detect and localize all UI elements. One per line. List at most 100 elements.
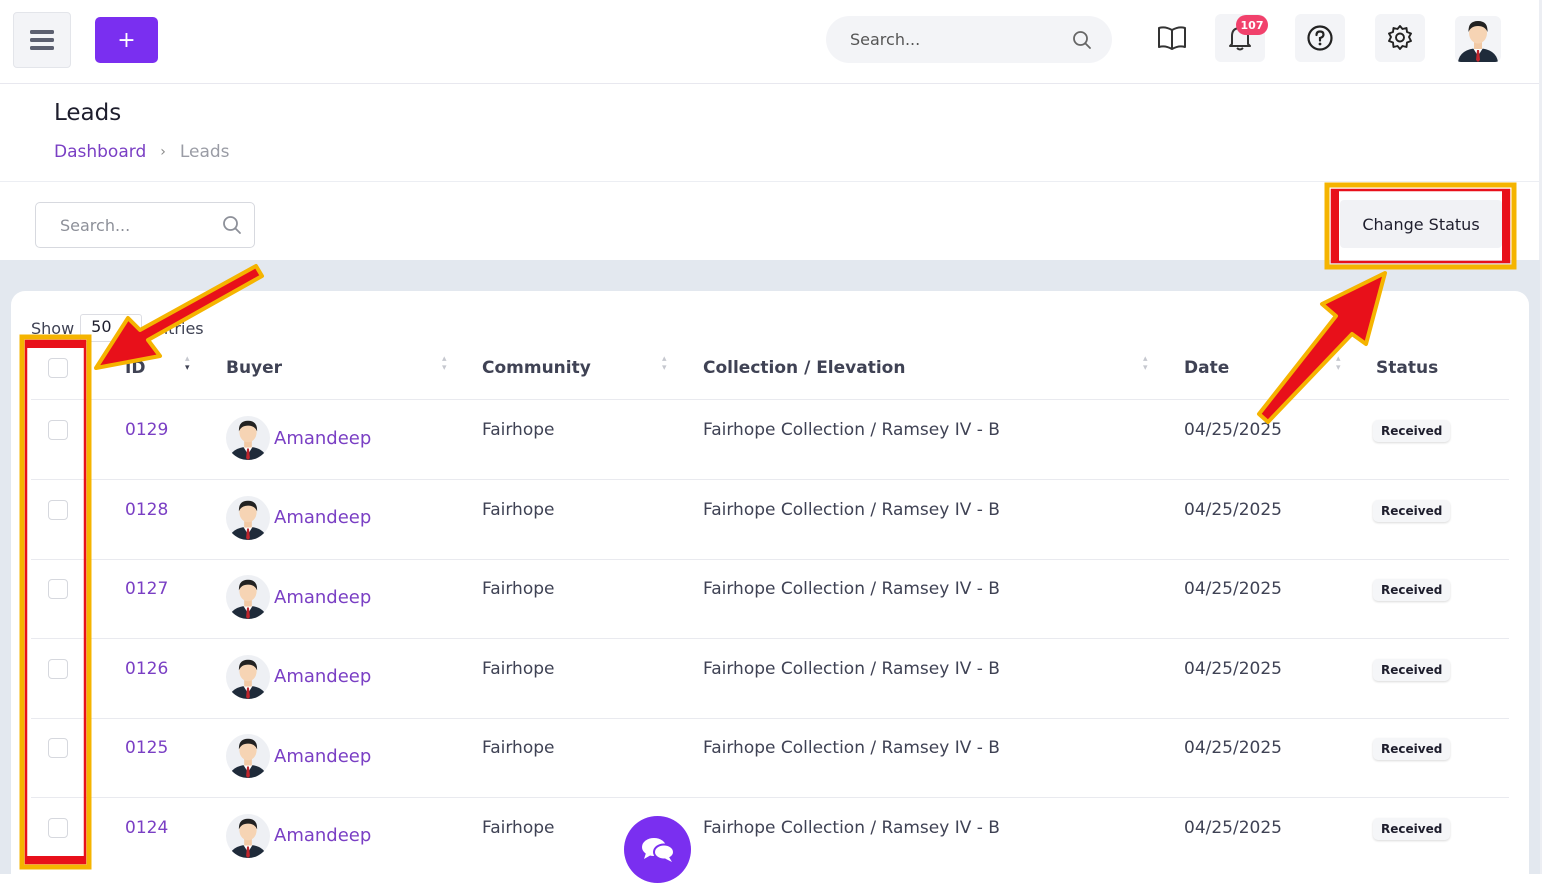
user-avatar-icon (1458, 21, 1498, 62)
global-search-input[interactable] (850, 30, 1070, 49)
breadcrumb-dashboard-link[interactable]: Dashboard (54, 142, 146, 162)
collection-cell: Fairhope Collection / Ramsey IV - B (703, 499, 1000, 520)
row-divider (31, 558, 1509, 560)
page-title: Leads (54, 100, 122, 126)
buyer-avatar (226, 734, 270, 778)
row-checkbox[interactable] (48, 499, 68, 520)
leads-search[interactable] (35, 202, 255, 248)
row-divider (31, 717, 1509, 719)
entries-label: entries (148, 318, 204, 338)
community-cell: Fairhope (482, 499, 555, 520)
help-icon (1307, 25, 1333, 51)
buyer-name-link[interactable]: Amandeep (274, 428, 371, 449)
gear-icon (1388, 25, 1412, 50)
leads-search-input[interactable] (60, 215, 210, 235)
buyer-name-link[interactable]: Amandeep (274, 507, 371, 528)
date-cell: 04/25/2025 (1184, 817, 1282, 838)
show-label: Show (31, 318, 75, 338)
sort-icon[interactable]: ▴ ▾ (1336, 355, 1341, 373)
column-header-date[interactable]: Date (1184, 358, 1229, 378)
buyer-name-link[interactable]: Amandeep (274, 825, 371, 846)
settings-button[interactable] (1375, 14, 1425, 62)
buyer-cell: Amandeep (226, 416, 371, 460)
column-header-status[interactable]: Status (1376, 358, 1438, 378)
sort-icon[interactable]: ▴ ▾ (442, 355, 447, 373)
status-badge: Received (1373, 499, 1451, 522)
collection-cell: Fairhope Collection / Ramsey IV - B (703, 738, 1000, 758)
search-icon[interactable] (1072, 30, 1092, 50)
row-divider (31, 399, 1509, 400)
collection-cell: Fairhope Collection / Ramsey IV - B (703, 420, 1000, 440)
row-checkbox[interactable] (48, 420, 68, 440)
column-header-buyer[interactable]: Buyer (226, 358, 282, 378)
docs-button[interactable] (1147, 14, 1197, 62)
lead-id-link[interactable]: 0129 (125, 420, 168, 440)
add-button[interactable]: + (95, 17, 158, 63)
change-status-button[interactable]: Change Status (1340, 200, 1502, 248)
row-divider (31, 797, 1509, 798)
lead-id-link[interactable]: 0126 (125, 659, 168, 679)
buyer-avatar (226, 416, 270, 460)
breadcrumb-separator: › (160, 144, 166, 160)
chat-icon (641, 837, 675, 862)
divider (0, 181, 1540, 182)
lead-id-link[interactable]: 0125 (125, 738, 168, 758)
book-icon (1158, 26, 1186, 50)
buyer-cell: Amandeep (226, 495, 371, 540)
row-divider (31, 479, 1509, 480)
date-cell: 04/25/2025 (1184, 579, 1282, 599)
buyer-avatar (226, 813, 270, 858)
status-badge: Received (1373, 817, 1451, 840)
page-length-select[interactable]: 50 (80, 314, 143, 342)
row-checkbox[interactable] (48, 738, 68, 758)
lead-id-link[interactable]: 0124 (125, 818, 168, 838)
community-cell: Fairhope (482, 420, 555, 440)
row-divider (31, 638, 1509, 639)
date-cell: 04/25/2025 (1184, 738, 1282, 758)
status-badge: Received (1373, 658, 1451, 681)
row-checkbox[interactable] (48, 658, 68, 679)
sort-icon[interactable]: ▴ ▾ (185, 355, 190, 373)
row-checkbox[interactable] (48, 817, 68, 838)
community-cell: Fairhope (482, 579, 555, 599)
status-badge: Received (1373, 420, 1451, 442)
hamburger-icon (30, 30, 54, 50)
lead-id-link[interactable]: 0128 (125, 500, 168, 520)
page-length-control: Show 50 entries (31, 314, 204, 342)
buyer-avatar (226, 654, 270, 699)
breadcrumb-current: Leads (179, 142, 230, 162)
column-header-community[interactable]: Community (482, 358, 591, 378)
sort-icon[interactable]: ▴ ▾ (1143, 355, 1148, 373)
collection-cell: Fairhope Collection / Ramsey IV - B (703, 579, 1000, 599)
community-cell: Fairhope (482, 658, 555, 679)
column-header-id[interactable]: ID (125, 358, 145, 378)
buyer-cell: Amandeep (226, 813, 371, 858)
global-search[interactable] (826, 16, 1112, 63)
menu-toggle-button[interactable] (13, 12, 71, 68)
user-avatar[interactable] (1455, 16, 1501, 62)
help-button[interactable] (1295, 14, 1345, 62)
collection-cell: Fairhope Collection / Ramsey IV - B (703, 658, 1000, 679)
chat-button[interactable] (624, 816, 691, 883)
buyer-avatar (226, 575, 270, 619)
buyer-name-link[interactable]: Amandeep (274, 666, 371, 687)
sort-icon[interactable]: ▴ ▾ (662, 355, 667, 373)
collection-cell: Fairhope Collection / Ramsey IV - B (703, 817, 1000, 838)
community-cell: Fairhope (482, 738, 555, 758)
date-cell: 04/25/2025 (1184, 658, 1282, 679)
date-cell: 04/25/2025 (1184, 499, 1282, 520)
row-checkbox[interactable] (48, 579, 68, 599)
buyer-avatar (226, 495, 270, 540)
buyer-cell: Amandeep (226, 734, 371, 778)
column-header-collection[interactable]: Collection / Elevation (703, 358, 905, 378)
buyer-cell: Amandeep (226, 575, 371, 619)
buyer-name-link[interactable]: Amandeep (274, 746, 371, 767)
search-icon[interactable] (222, 215, 242, 235)
buyer-name-link[interactable]: Amandeep (274, 587, 371, 608)
buyer-cell: Amandeep (226, 654, 371, 699)
select-all-checkbox[interactable] (48, 358, 68, 378)
breadcrumb: Dashboard › Leads (54, 142, 230, 162)
notification-badge: 107 (1236, 15, 1268, 35)
lead-id-link[interactable]: 0127 (125, 579, 168, 599)
status-badge: Received (1373, 579, 1451, 601)
